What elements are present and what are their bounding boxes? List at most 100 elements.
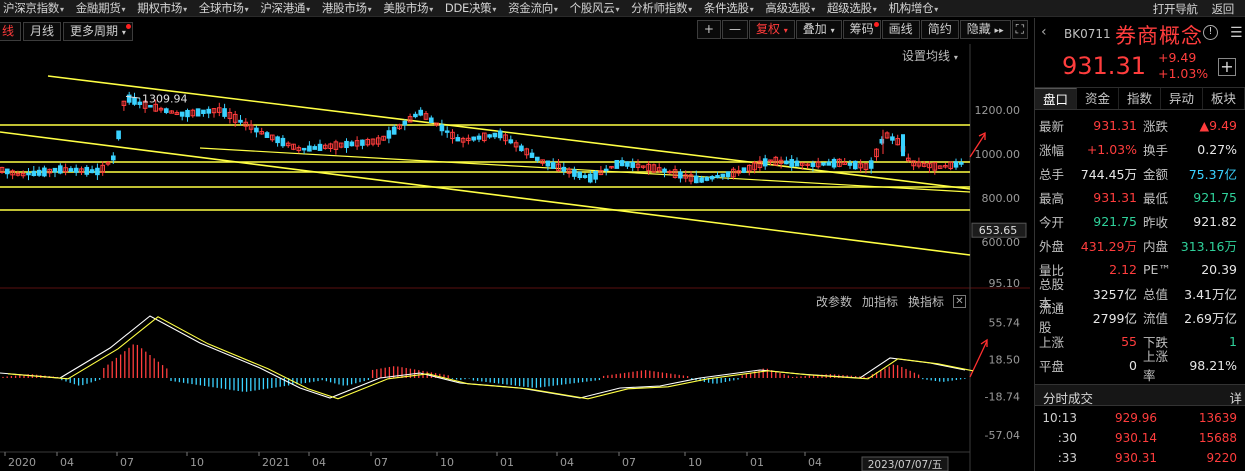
menu-icon[interactable]: ☰ [1230,25,1243,41]
top-menu-label: 超级选股 [826,1,872,15]
candle-body [31,170,37,177]
peak-label: 1309.94 [142,93,188,106]
top-menu-item[interactable]: 资金流向▾ [505,0,561,16]
top-menu-item[interactable]: 美股市场▾ [380,0,436,16]
add-watchlist-button[interactable]: + [1218,58,1236,76]
candle-body [789,159,795,167]
add-indicator-link[interactable]: 加指标 [862,293,898,310]
restore-label: 复权 [755,22,780,36]
chips-button[interactable]: 筹码 [842,20,881,39]
price-change: +9.49 +1.03% [1158,50,1208,82]
notification-dot [125,23,131,29]
top-menu-item[interactable]: 港股市场▾ [319,0,375,16]
back-arrow-icon[interactable]: ‹ [1041,24,1047,40]
tick-row: 10:13 929.96 13639 [1035,408,1245,428]
chevron-down-icon: ▾ [934,5,939,14]
candle-body [826,161,832,166]
top-menu-item[interactable]: DDE决策▾ [442,0,499,16]
more-periods-dropdown[interactable]: 更多周期 ▾ [63,21,133,41]
candle-body [508,139,514,144]
switch-indicator-link[interactable]: 换指标 [908,293,944,310]
quote-tab[interactable]: 指数 [1119,88,1161,109]
candle-body [890,136,895,141]
top-menu-item[interactable]: 金融期货▾ [73,0,129,16]
chevron-down-icon: ▾ [121,27,126,37]
candle-body [810,162,816,167]
arrow-line [969,340,988,378]
quote-tab[interactable]: 资金 [1077,88,1119,109]
quote-label: 总值 [1143,286,1169,302]
top-menu-item[interactable]: 个股风云▾ [567,0,623,16]
draw-line-button[interactable]: 画线 [881,20,920,39]
quote-value: 921.75 [1193,189,1237,205]
quote-label: 上涨率 [1143,349,1169,383]
x-axis-label: 04 [808,456,822,469]
info-icon[interactable]: ! [1203,25,1218,40]
top-menu-item[interactable]: 全球市场▾ [196,0,252,16]
quote-value: 313.16万 [1180,238,1237,254]
fullscreen-icon[interactable]: ⛶ [1011,20,1028,39]
macd-indicator-links: 改参数 加指标 换指标 [816,293,944,310]
set-ma-dropdown[interactable]: 设置均线 ▾ [902,47,958,64]
top-menu-label: 条件选股 [703,1,749,15]
close-icon[interactable]: ✕ [953,295,966,308]
quote-label: 换手 [1143,142,1169,158]
overlay-label: 叠加 [802,22,827,36]
quote-row: 最高 931.31 最低 921.75 [1039,185,1241,209]
candle-body [487,134,492,138]
macd-axis-label: 95.10 [989,277,1021,290]
period-tab-partial[interactable]: 线 [0,21,22,41]
candle-body [847,162,853,166]
quote-label: 昨收 [1143,214,1169,230]
trend-line [0,131,971,256]
simple-mode-button[interactable]: 简约 [920,20,959,39]
quote-label: PE™ [1143,261,1171,277]
chevron-down-icon: ▾ [367,5,372,14]
quote-tab[interactable]: 异动 [1161,88,1203,109]
top-menu-item[interactable]: 机构增仓▾ [885,0,941,16]
top-menu-item[interactable]: 沪深京指数▾ [0,0,67,16]
candle-body [429,117,434,124]
quote-label: 金额 [1143,166,1169,182]
quote-label: 上涨 [1039,334,1065,350]
hide-button[interactable]: 隐藏 ▸▸ [959,20,1011,39]
top-menu-link[interactable]: 打开导航 [1150,1,1201,17]
top-menu-item[interactable]: 分析师指数▾ [628,0,695,16]
top-menu-item[interactable]: 沪深港通▾ [257,0,313,16]
chevron-down-icon: ▾ [811,5,815,14]
overlay-dropdown[interactable]: 叠加 ▾ [795,20,842,39]
candle-body [52,167,58,173]
quote-row: 总手 744.45万 金额 75.37亿 [1039,161,1241,185]
top-menu-label: 高级选股 [765,1,811,15]
candle-body [614,159,620,169]
tick-price: 930.14 [1115,431,1157,445]
top-menu-item[interactable]: 条件选股▾ [701,0,757,16]
zoom-in-button[interactable]: + [696,20,721,39]
quote-value: 431.29万 [1080,238,1137,254]
top-menu-link[interactable]: 返回 [1209,1,1237,17]
tick-time: 10:13 [1042,411,1077,425]
quote-label: 平盘 [1039,358,1065,374]
quote-label: 涨跌 [1143,118,1169,134]
quote-row: 平盘 0 上涨率 98.21% [1039,349,1241,383]
candle-body [662,168,667,173]
candle-body [741,167,747,173]
top-menu-item[interactable]: 高级选股▾ [762,0,818,16]
top-menu-label: 美股市场 [383,1,429,15]
candle-body [678,171,683,179]
macd-axis-label: 55.74 [989,316,1021,329]
quote-tab[interactable]: 板块 [1203,88,1245,109]
top-menu-item[interactable]: 超级选股▾ [824,0,880,16]
edit-params-link[interactable]: 改参数 [816,293,852,310]
restore-dropdown[interactable]: 复权 ▾ [748,20,795,39]
top-menu-item[interactable]: 期权市场▾ [134,0,190,16]
x-axis-label: 07 [120,456,134,469]
zoom-out-button[interactable]: — [721,20,748,39]
candle-body [588,173,593,183]
y-axis-label: 600.00 [982,236,1021,249]
period-tab-monthly[interactable]: 月线 [23,21,62,41]
quote-tab[interactable]: 盘口 [1035,88,1077,109]
ticks-detail-button[interactable]: 详 [1229,388,1242,407]
x-axis-label: 01 [750,456,764,469]
kline-chart[interactable]: 1200.001000.00800.00653.65600.001309.949… [0,44,1030,471]
